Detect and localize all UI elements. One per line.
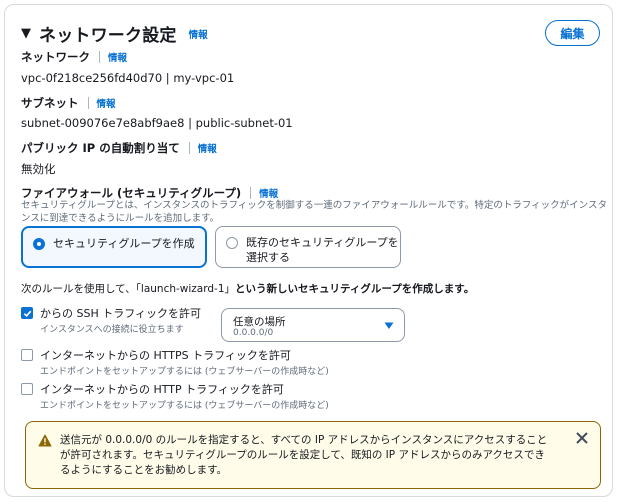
subnet-info-link[interactable]: 情報	[97, 96, 116, 110]
subnet-label-row: サブネット 情報	[21, 95, 116, 111]
open-access-warning-alert: 送信元が 0.0.0.0/0 のルールを指定すると、すべての IP アドレスから…	[25, 421, 601, 489]
http-rule-row: インターネットからの HTTP トラフィックを許可 エンドポイントをセットアップ…	[21, 381, 329, 411]
divider	[99, 51, 100, 63]
rules-intro-bold: という新しいセキュリティグループを作成します。	[235, 283, 475, 295]
http-rule-desc: エンドポイントをセットアップするには (ウェブサーバーの作成時など)	[40, 401, 329, 411]
https-rule-desc: エンドポイントをセットアップするには (ウェブサーバーの作成時など)	[40, 367, 329, 377]
ssh-source-value: 任意の場所	[233, 316, 286, 328]
public-ip-label-row: パブリック IP の自動割り当て 情報	[21, 140, 217, 156]
https-rule-text: インターネットからの HTTPS トラフィックを許可 エンドポイントをセットアッ…	[40, 347, 329, 377]
https-checkbox[interactable]	[21, 349, 33, 361]
ssh-rule-desc: インスタンスへの接続に役立ちます	[40, 325, 184, 335]
network-info-link[interactable]: 情報	[108, 50, 127, 64]
divider	[87, 97, 89, 109]
edit-button[interactable]: 編集	[545, 20, 600, 46]
public-ip-label: パブリック IP の自動割り当て	[21, 141, 180, 155]
public-ip-value: 無効化	[21, 162, 56, 176]
network-label: ネットワーク	[21, 50, 90, 64]
http-rule-text: インターネットからの HTTP トラフィックを許可 エンドポイントをセットアップ…	[40, 381, 329, 411]
ssh-rule-text: からの SSH トラフィックを許可 インスタンスへの接続に役立ちます	[40, 305, 201, 335]
option-label-line2: 選択する	[246, 251, 290, 264]
checkmark-icon	[23, 310, 31, 317]
network-settings-panel: ▼ ネットワーク設定 情報 編集 ネットワーク 情報 vpc-0f218ce25…	[4, 4, 613, 497]
option-label: セキュリティグループを作成	[53, 237, 195, 250]
create-security-group-option[interactable]: セキュリティグループを作成	[21, 226, 207, 268]
ssh-source-sub: 0.0.0.0/0	[233, 328, 274, 338]
ssh-checkbox[interactable]	[21, 307, 33, 319]
http-rule-label: インターネットからの HTTP トラフィックを許可	[40, 383, 284, 396]
subnet-label: サブネット	[21, 96, 79, 110]
header-info-link[interactable]: 情報	[189, 27, 208, 41]
caret-down-icon	[384, 322, 394, 329]
rules-intro: 次のルールを使用して、「launch-wizard-1」という新しいセキュリティ…	[21, 281, 474, 296]
rules-intro-normal: 次のルールを使用して、「launch-wizard-1」	[21, 283, 236, 295]
network-value: vpc-0f218ce256fd40d70 | my-vpc-01	[21, 71, 235, 85]
option-label: 既存のセキュリティグループを 選択する	[246, 235, 399, 265]
ssh-source-select[interactable]: 任意の場所 0.0.0.0/0	[221, 308, 405, 342]
radio-unselected-icon[interactable]	[226, 237, 238, 249]
collapse-caret-icon[interactable]: ▼	[21, 27, 31, 40]
divider	[250, 187, 252, 199]
ssh-rule-label: からの SSH トラフィックを許可	[40, 307, 202, 320]
https-rule-label: インターネットからの HTTPS トラフィックを許可	[40, 349, 291, 362]
subnet-value: subnet-009076e7e8abf9ae8 | public-subnet…	[21, 116, 293, 130]
http-checkbox[interactable]	[21, 383, 33, 395]
https-rule-row: インターネットからの HTTPS トラフィックを許可 エンドポイントをセットアッ…	[21, 347, 329, 377]
section-title: ネットワーク設定	[39, 26, 177, 46]
firewall-info-link[interactable]: 情報	[259, 186, 278, 200]
section-header: ▼ ネットワーク設定 情報	[21, 21, 208, 46]
network-label-row: ネットワーク 情報	[21, 49, 127, 65]
ssh-rule-row: からの SSH トラフィックを許可 インスタンスへの接続に役立ちます	[21, 305, 201, 335]
select-existing-security-group-option[interactable]: 既存のセキュリティグループを 選択する	[215, 226, 401, 268]
warning-icon	[38, 434, 52, 447]
radio-selected-icon[interactable]	[33, 238, 45, 250]
firewall-description: セキュリティグループとは、インスタンスのトラフィックを制御する一連のファイアウォ…	[21, 200, 607, 224]
public-ip-info-link[interactable]: 情報	[198, 141, 217, 155]
option-label-line1: 既存のセキュリティグループを	[246, 236, 399, 249]
close-icon[interactable]	[575, 431, 589, 445]
divider	[188, 142, 190, 154]
alert-message: 送信元が 0.0.0.0/0 のルールを指定すると、すべての IP アドレスから…	[60, 434, 548, 476]
